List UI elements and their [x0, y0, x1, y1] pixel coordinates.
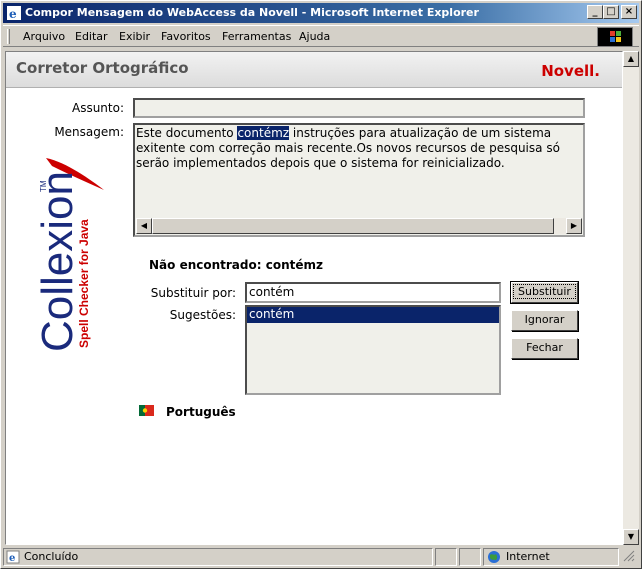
menu-ferramentas[interactable]: Ferramentas: [222, 30, 291, 43]
status-cell-empty-1: [435, 548, 457, 566]
vertical-scrollbar[interactable]: ▲ ▼: [623, 51, 639, 545]
scroll-right-icon[interactable]: ▶: [566, 218, 582, 234]
subject-label: Assunto:: [71, 101, 124, 115]
status-text-cell: e Concluído: [3, 548, 433, 566]
page-title: Corretor Ortográfico: [16, 59, 189, 77]
suggestions-list[interactable]: contém: [245, 305, 501, 395]
ignore-button[interactable]: Ignorar: [511, 310, 578, 331]
subject-field[interactable]: [133, 98, 585, 118]
menu-editar[interactable]: Editar: [75, 30, 108, 43]
scrollbar-thumb[interactable]: [152, 218, 554, 234]
message-textarea[interactable]: Este documento contémz instruções para a…: [133, 123, 585, 237]
menu-favoritos[interactable]: Favoritos: [161, 30, 211, 43]
replace-input[interactable]: contém: [245, 282, 501, 303]
page-header: Corretor Ortográfico Novell.: [6, 52, 622, 88]
maximize-button[interactable]: □: [603, 5, 619, 19]
menu-exibir[interactable]: Exibir: [119, 30, 150, 43]
windows-logo-icon: [597, 27, 633, 47]
scroll-left-icon[interactable]: ◀: [136, 218, 152, 234]
logo-name: Collexion: [33, 171, 82, 352]
globe-icon: [488, 551, 500, 563]
language-label: Português: [166, 405, 236, 419]
page-content: Corretor Ortográfico Novell. Collexion T…: [5, 51, 623, 545]
logo-tm: TM: [39, 180, 48, 192]
menu-bar: Arquivo Editar Exibir Favoritos Ferramen…: [3, 25, 639, 47]
portugal-flag-icon: [139, 405, 154, 416]
zone-cell: Internet: [483, 548, 619, 566]
replace-label: Substituir por:: [150, 286, 236, 300]
zone-text: Internet: [506, 550, 550, 563]
internet-explorer-icon: e: [7, 6, 21, 21]
scroll-down-icon[interactable]: ▼: [623, 529, 639, 545]
page-loaded-icon: e: [6, 550, 20, 564]
status-bar: e Concluído Internet: [3, 548, 639, 567]
status-text: Concluído: [24, 550, 79, 563]
toolbar-grip[interactable]: [7, 29, 10, 44]
status-cell-empty-2: [459, 548, 481, 566]
close-dialog-button[interactable]: Fechar: [511, 338, 578, 359]
novell-logo: Novell.: [541, 62, 600, 80]
svg-text:e: e: [9, 7, 17, 21]
window-title: Compor Mensagem do WebAccess da Novell -…: [25, 6, 479, 19]
browser-window: e Compor Mensagem do WebAccess da Novell…: [0, 0, 642, 569]
collexion-logo: Collexion TM Spell Checker for Java: [33, 158, 104, 352]
minimize-button[interactable]: _: [587, 5, 603, 19]
message-text: Este documento contémz instruções para a…: [136, 126, 560, 170]
suggestion-item[interactable]: contém: [247, 307, 499, 323]
replace-button[interactable]: Substituir: [510, 281, 579, 304]
svg-text:e: e: [9, 553, 15, 564]
logo-tagline: Spell Checker for Java: [77, 219, 91, 348]
resize-grip-icon[interactable]: [621, 548, 637, 566]
title-bar: e Compor Mensagem do WebAccess da Novell…: [3, 3, 639, 23]
scroll-up-icon[interactable]: ▲: [623, 51, 639, 67]
horizontal-scrollbar[interactable]: ◀ ▶: [136, 218, 582, 234]
message-label: Mensagem:: [54, 125, 124, 139]
not-found-label: Não encontrado: contémz: [149, 258, 323, 272]
suggestions-label: Sugestões:: [169, 308, 236, 322]
menu-arquivo[interactable]: Arquivo: [23, 30, 65, 43]
misspelled-word: contémz: [237, 126, 290, 140]
close-button[interactable]: ×: [621, 5, 637, 19]
menu-ajuda[interactable]: Ajuda: [299, 30, 330, 43]
